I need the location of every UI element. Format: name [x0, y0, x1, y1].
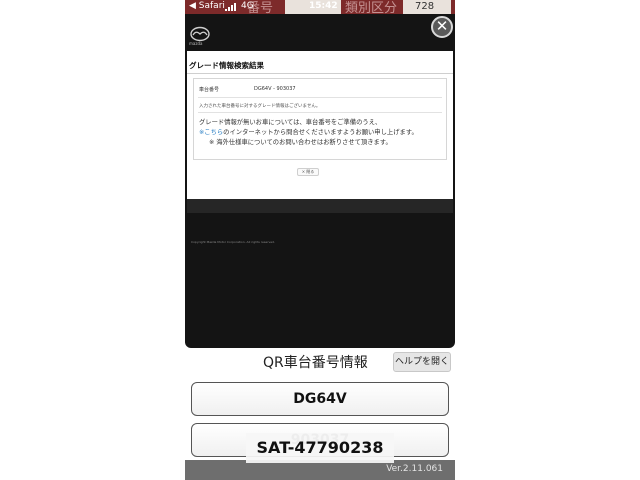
version-bar: Ver.2.11.061 [185, 460, 455, 480]
result-page: グレード情報検索結果 車台番号 DG64V - 903037 入力された車台番号… [187, 51, 453, 199]
inquiry-link[interactable]: ※こちら [199, 129, 223, 136]
page-title: グレード情報検索結果 [189, 61, 264, 70]
page-footer [187, 199, 453, 213]
no-grade-message: 入力された車台番号に対するグレード情報はございません。 [199, 104, 321, 109]
sat-id-label: SAT-47790238 [246, 433, 394, 463]
note-text: のインターネットから問合せくださいますようお願い申し上げます。 [223, 129, 418, 136]
chassis-number-label: 車台番号 [199, 87, 220, 93]
close-icon[interactable]: ✕ [431, 16, 453, 38]
status-bar: 番号 類別区分 ◀ Safari 4G 15:42 728 [185, 0, 455, 16]
signal-icon [225, 3, 239, 11]
status-time: 15:42 [309, 1, 338, 11]
model-code-field[interactable]: DG64V [191, 382, 449, 416]
battery-readout: 728 [415, 1, 435, 12]
app-version: Ver.2.11.061 [386, 464, 443, 474]
webview-overlay: ✕ mazda グレード情報検索結果 車台番号 DG64V - 903037 入… [185, 14, 455, 348]
phone-screen: 番号 類別区分 ◀ Safari 4G 15:42 728 ✕ mazda グレ… [185, 0, 455, 480]
copyright-text: Copyright Mazda Motor Corporation. All r… [191, 240, 275, 244]
back-to-safari-link[interactable]: ◀ Safari [189, 1, 225, 11]
divider [198, 112, 442, 113]
close-page-button[interactable]: × 閉る [297, 168, 319, 176]
help-button[interactable]: ヘルプを開く [393, 352, 451, 372]
note-line: ※ 海外仕様車についてのお問い合わせはお断りさせて頂きます。 [209, 139, 392, 146]
note-line: ※こちらのインターネットから問合せくださいますようお願い申し上げます。 [199, 127, 418, 136]
screen-title: QR車台番号情報 [263, 355, 368, 371]
network-type: 4G [241, 1, 254, 11]
result-box: 車台番号 DG64V - 903037 入力された車台番号に対するグレード情報は… [193, 78, 447, 160]
divider [187, 73, 453, 74]
note-line: グレード情報が無いお車については、車台番号をご準備のうえ、 [199, 119, 382, 126]
divider [198, 97, 442, 98]
chassis-number-value: DG64V - 903037 [254, 86, 296, 92]
brand-name: mazda [189, 41, 203, 46]
